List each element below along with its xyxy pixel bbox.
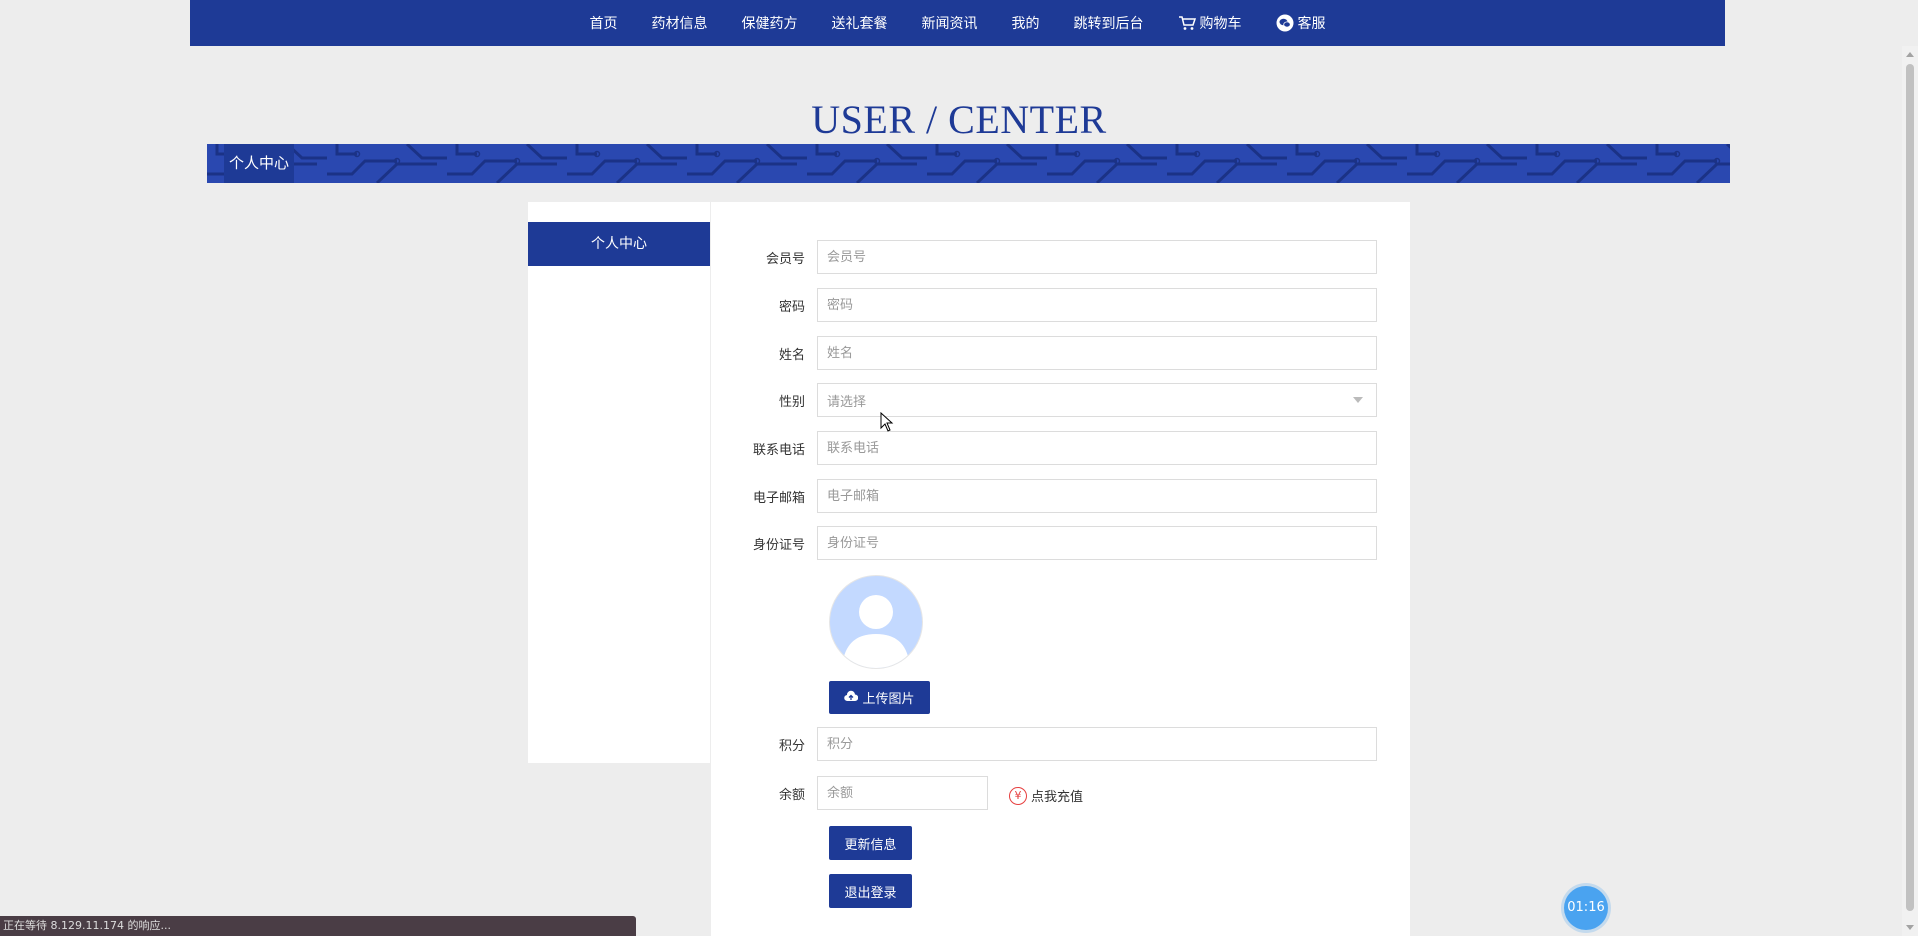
nav-mine[interactable]: 我的 bbox=[1012, 13, 1040, 33]
balance-input[interactable] bbox=[817, 776, 988, 810]
cloud-upload-icon bbox=[844, 690, 859, 705]
mouse-cursor-icon bbox=[880, 412, 894, 432]
points-input[interactable] bbox=[817, 727, 1377, 761]
nav-service[interactable]: 客服 bbox=[1276, 13, 1326, 33]
password-row: 密码 bbox=[711, 288, 1377, 322]
user-form: 会员号 密码 姓名 性别 请选择 联系电话 电子邮箱 身份证号 bbox=[711, 202, 1410, 936]
scroll-up-icon[interactable] bbox=[1906, 52, 1914, 57]
nav-home[interactable]: 首页 bbox=[590, 13, 618, 33]
upload-image-button[interactable]: 上传图片 bbox=[829, 681, 930, 714]
phone-input[interactable] bbox=[817, 431, 1377, 465]
browser-status-bar: 正在等待 8.129.11.174 的响应... bbox=[0, 916, 636, 936]
page-scrollbar[interactable] bbox=[1902, 46, 1918, 936]
gender-select[interactable]: 请选择 bbox=[817, 383, 1377, 417]
chevron-down-icon bbox=[1353, 397, 1363, 403]
email-input[interactable] bbox=[817, 479, 1377, 513]
avatar bbox=[829, 575, 923, 669]
user-silhouette-icon bbox=[842, 595, 910, 668]
sidebar-item-user-center[interactable]: 个人中心 bbox=[528, 222, 710, 266]
password-input[interactable] bbox=[817, 288, 1377, 322]
top-nav: 首页 药材信息 保健药方 送礼套餐 新闻资讯 我的 跳转到后台 购物车 客服 bbox=[190, 0, 1725, 46]
recharge-label: 点我充值 bbox=[1031, 790, 1084, 805]
circuit-pattern bbox=[207, 144, 1730, 183]
scroll-down-icon[interactable] bbox=[1906, 925, 1914, 930]
password-label: 密码 bbox=[778, 299, 805, 315]
nav-news[interactable]: 新闻资讯 bbox=[922, 13, 978, 33]
id-card-input[interactable] bbox=[817, 526, 1377, 560]
yen-icon: ¥ bbox=[1009, 786, 1027, 805]
scrollbar-thumb[interactable] bbox=[1906, 64, 1914, 911]
wechat-icon bbox=[1276, 14, 1294, 32]
phone-label: 联系电话 bbox=[752, 442, 805, 458]
id-card-row: 身份证号 bbox=[711, 526, 1377, 560]
sidebar: 个人中心 bbox=[528, 202, 710, 763]
cart-icon bbox=[1178, 15, 1196, 31]
update-info-button[interactable]: 更新信息 bbox=[829, 826, 912, 860]
gender-select-value: 请选择 bbox=[827, 394, 867, 410]
logout-button[interactable]: 退出登录 bbox=[829, 874, 912, 908]
name-input[interactable] bbox=[817, 336, 1377, 370]
section-banner: 个人中心 bbox=[207, 144, 1730, 183]
gender-label: 性别 bbox=[778, 394, 805, 410]
page-title: USER / CENTER bbox=[811, 97, 1107, 142]
timer-badge[interactable]: 01:16 bbox=[1564, 886, 1608, 930]
member-no-label: 会员号 bbox=[765, 251, 805, 267]
nav-herb-info[interactable]: 药材信息 bbox=[652, 13, 708, 33]
phone-row: 联系电话 bbox=[711, 431, 1377, 465]
nav-cart[interactable]: 购物车 bbox=[1178, 13, 1242, 33]
id-card-label: 身份证号 bbox=[752, 537, 805, 553]
member-no-input[interactable] bbox=[817, 240, 1377, 274]
nav-gift-packages[interactable]: 送礼套餐 bbox=[832, 13, 888, 33]
points-label: 积分 bbox=[778, 738, 805, 754]
balance-label: 余额 bbox=[778, 787, 805, 803]
nav-health-prescriptions[interactable]: 保健药方 bbox=[742, 13, 798, 33]
email-row: 电子邮箱 bbox=[711, 479, 1377, 513]
member-no-row: 会员号 bbox=[711, 240, 1377, 274]
balance-row: 余额 bbox=[711, 776, 988, 810]
banner-tag: 个人中心 bbox=[224, 144, 294, 183]
recharge-link[interactable]: ¥ 点我充值 bbox=[1009, 786, 1083, 805]
upload-image-label: 上传图片 bbox=[862, 691, 915, 706]
nav-admin[interactable]: 跳转到后台 bbox=[1074, 13, 1144, 33]
gender-row: 性别 请选择 bbox=[711, 383, 1377, 417]
name-row: 姓名 bbox=[711, 336, 1377, 370]
nav-service-label: 客服 bbox=[1297, 16, 1326, 32]
nav-cart-label: 购物车 bbox=[1199, 16, 1242, 32]
email-label: 电子邮箱 bbox=[752, 490, 805, 506]
name-label: 姓名 bbox=[778, 347, 805, 363]
points-row: 积分 bbox=[711, 727, 1377, 761]
